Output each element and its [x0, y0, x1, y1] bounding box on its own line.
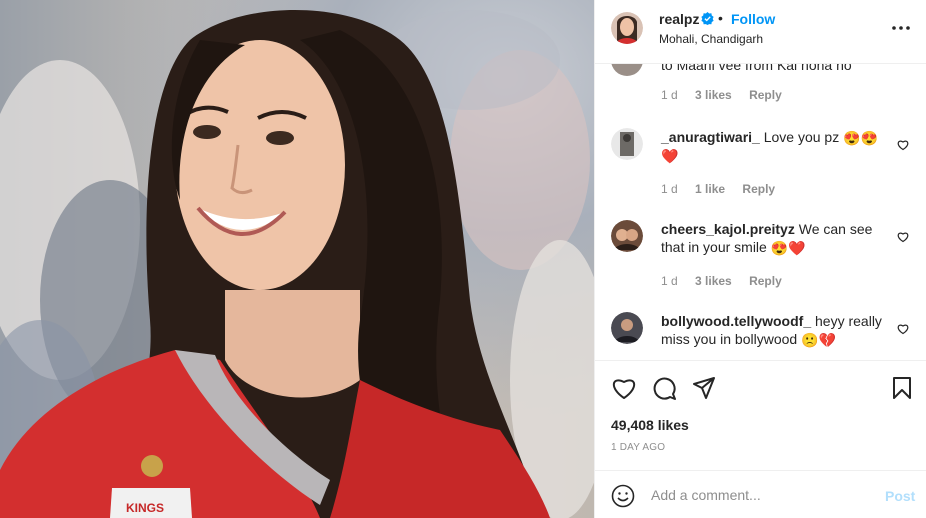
comment-icon[interactable] [651, 375, 677, 401]
comment-time: 1 d [661, 88, 678, 102]
comment-meta: 1 d 1 like Reply [661, 182, 789, 196]
commenter-username[interactable]: cheers_kajol.preityz [661, 221, 795, 237]
post-timestamp[interactable]: 1 DAY AGO [611, 442, 665, 453]
commenter-avatar[interactable] [611, 312, 643, 344]
comment-likes[interactable]: 3 likes [695, 88, 732, 102]
emoji: 😍 [770, 240, 789, 256]
share-icon[interactable] [691, 375, 717, 401]
post-comment-button[interactable]: Post [885, 488, 915, 504]
comment-time: 1 d [661, 182, 678, 196]
comment-text: cheers_kajol.preityz We can see that in … [661, 220, 893, 256]
post-actions: 49,408 likes 1 DAY AGO [595, 360, 926, 470]
comment-body: Love you pz [763, 129, 840, 145]
follow-button[interactable]: Follow [731, 11, 775, 27]
comment-meta: 1 d 3 likes Reply [661, 88, 796, 102]
add-comment-bar: Post [595, 470, 926, 518]
author-username[interactable]: realpz [659, 11, 699, 27]
comment-time: 1 d [661, 274, 678, 288]
heart-icon[interactable] [611, 375, 637, 401]
more-options-icon[interactable] [891, 18, 911, 38]
post-sidebar: realpz • Follow Mohali, Chandigarh to Ma… [594, 0, 926, 518]
comment-body: to Maahi vee from Kal hona ho [661, 64, 852, 73]
commenter-username[interactable]: bollywood.tellywoodf_ [661, 313, 811, 329]
emoji: ❤️ [661, 148, 679, 164]
comment-like-heart-icon[interactable] [897, 231, 909, 243]
commenter-username[interactable]: _anuragtiwari_ [661, 129, 760, 145]
post-header: realpz • Follow Mohali, Chandigarh [595, 0, 926, 64]
comment-likes[interactable]: 3 likes [695, 274, 732, 288]
reply-button[interactable]: Reply [749, 274, 782, 288]
commenter-avatar[interactable] [611, 128, 643, 160]
comment-like-heart-icon[interactable] [897, 139, 909, 151]
emoji: 🙁 [801, 332, 819, 348]
verified-badge-icon [701, 12, 714, 25]
comment-text: _anuragtiwari_ Love you pz 😍😍 ❤️ [661, 128, 893, 164]
jersey-text: KINGS [126, 501, 164, 515]
post-image[interactable]: KINGS [0, 0, 594, 518]
comments-list[interactable]: to Maahi vee from Kal hona ho 1 d 3 like… [595, 64, 926, 360]
post-photo-illustration: KINGS [0, 10, 594, 518]
comment-meta: 1 d 3 likes Reply [661, 274, 796, 288]
add-comment-input[interactable] [651, 484, 871, 506]
bookmark-icon[interactable] [889, 375, 915, 401]
reply-button[interactable]: Reply [749, 88, 782, 102]
comment-text: bollywood.tellywoodf_ heyy really miss y… [661, 312, 893, 348]
commenter-avatar[interactable] [611, 220, 643, 252]
likes-count[interactable]: 49,408 likes [611, 417, 689, 433]
emoji-picker-icon[interactable] [611, 484, 635, 508]
post-location[interactable]: Mohali, Chandigarh [659, 32, 763, 46]
emoji: 💔 [818, 332, 836, 348]
comment-like-heart-icon[interactable] [897, 323, 909, 335]
reply-button[interactable]: Reply [742, 182, 775, 196]
commenter-avatar[interactable] [611, 64, 643, 76]
emoji: 😍 [860, 130, 878, 146]
separator-dot: • [718, 10, 723, 26]
comment-likes[interactable]: 1 like [695, 182, 725, 196]
emoji: 😍 [843, 130, 861, 146]
author-avatar[interactable] [611, 12, 643, 44]
emoji: ❤️ [788, 240, 806, 256]
